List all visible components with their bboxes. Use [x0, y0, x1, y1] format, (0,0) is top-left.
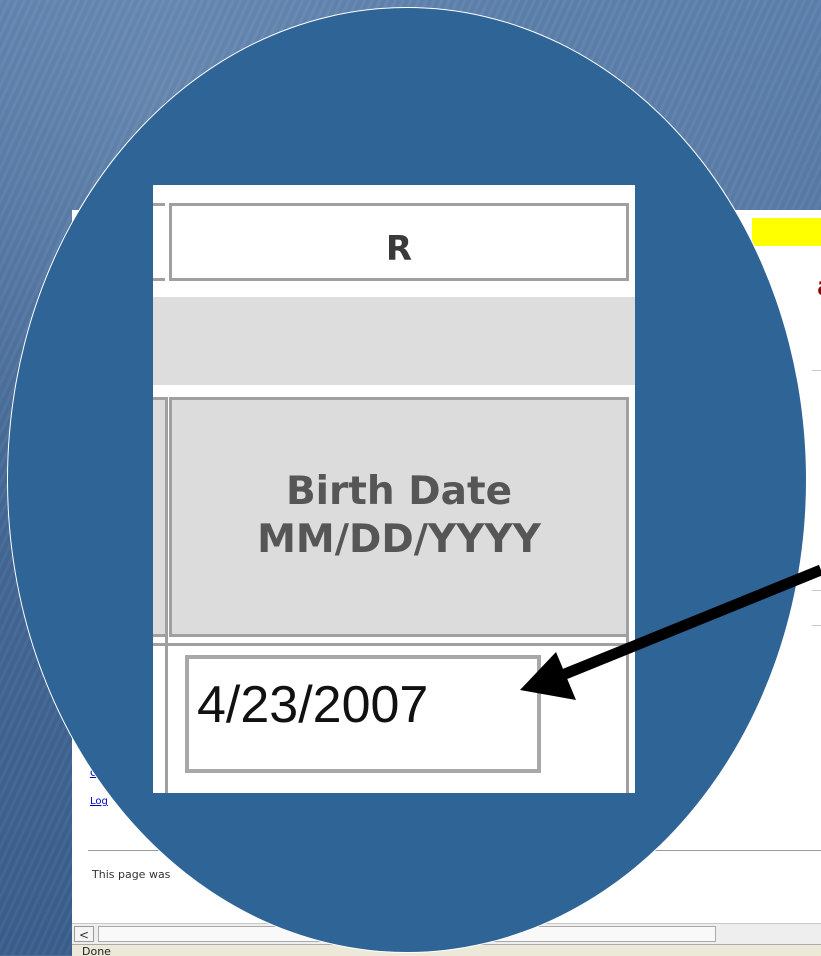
arrow-shaft: [557, 564, 821, 682]
pointer-arrow: [520, 564, 821, 700]
